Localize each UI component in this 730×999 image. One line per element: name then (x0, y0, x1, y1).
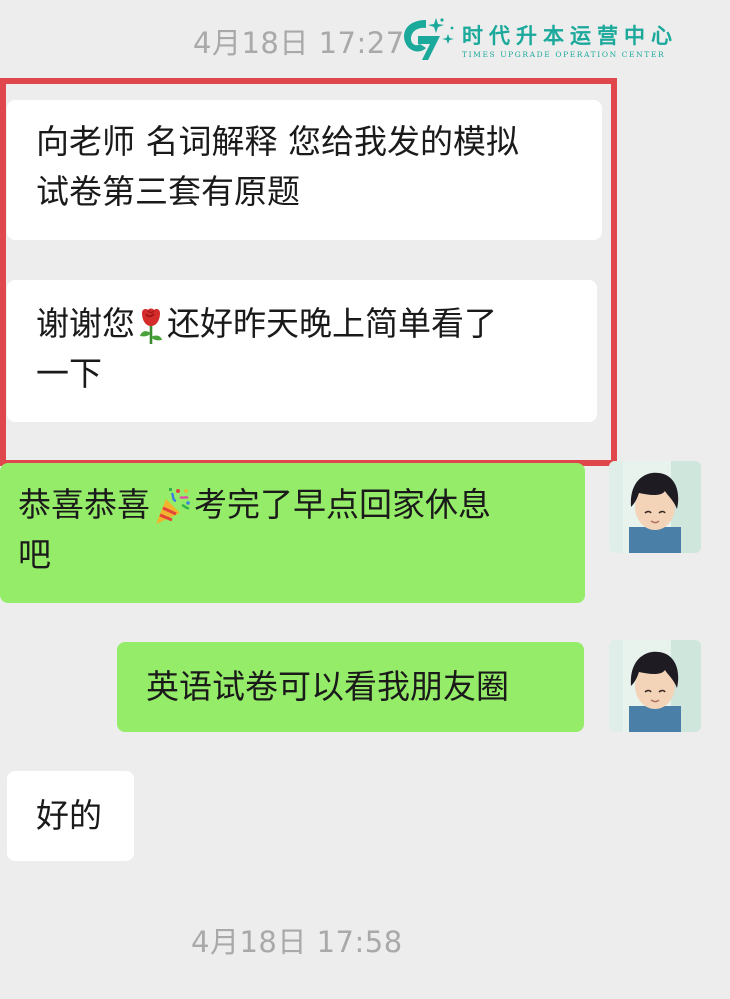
message-text: 恭喜恭喜 (18, 485, 150, 524)
logo-icon (404, 18, 454, 60)
rose-emoji-icon (140, 308, 162, 344)
timestamp: 4月18日 17:27 (193, 26, 405, 60)
message-text: 考完了早点回家休息 (194, 485, 491, 524)
message-text: 谢谢您 (36, 304, 135, 343)
message-bubble-incoming[interactable]: 谢谢您 还好昨天晚上简单看了 一下 (7, 280, 597, 422)
message-line: 向老师 名词解释 您给我发的模拟 (36, 122, 519, 161)
message-line: 一下 (36, 354, 102, 393)
message-line: 谢谢您 还好昨天晚上简单看了 (36, 299, 572, 349)
watermark-name: 时代升本运营中心 (462, 23, 678, 48)
message-line: 试卷第三套有原题 (36, 172, 300, 211)
avatar-image (609, 640, 701, 732)
message-text: 还好昨天晚上简单看了 (167, 304, 497, 343)
avatar[interactable] (609, 461, 701, 553)
message-text: 好的 (36, 796, 102, 835)
message-bubble-outgoing[interactable]: 英语试卷可以看我朋友圈 (117, 642, 584, 732)
avatar-image (609, 461, 701, 553)
watermark-subtitle: TIMES UPGRADE OPERATION CENTER (462, 50, 666, 59)
timestamp: 4月18日 17:58 (191, 925, 403, 959)
party-popper-icon (156, 487, 190, 524)
message-bubble-incoming[interactable]: 向老师 名词解释 您给我发的模拟 试卷第三套有原题 (7, 100, 602, 240)
avatar[interactable] (609, 640, 701, 732)
message-text: 英语试卷可以看我朋友圈 (146, 667, 509, 706)
message-line: 吧 (18, 535, 51, 574)
message-line: 恭喜恭喜 考完了早点回家休息 (18, 480, 565, 530)
message-bubble-incoming[interactable]: 好的 (7, 771, 134, 861)
message-bubble-outgoing[interactable]: 恭喜恭喜 考完了早点回家休息 吧 (0, 463, 585, 603)
watermark-logo: 时代升本运营中心 TIMES UPGRADE OPERATION CENTER (396, 14, 716, 64)
